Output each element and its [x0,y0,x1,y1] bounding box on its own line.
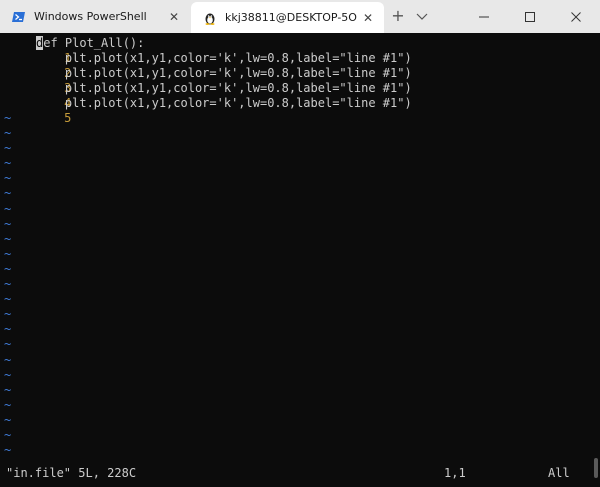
tab-title: Windows PowerShell [34,10,147,23]
close-icon [571,11,581,22]
tab-title: kkj38811@DESKTOP-5OHT94M [225,11,358,24]
empty-line-marker: ~ [4,412,12,427]
empty-line-marker: ~ [4,382,12,397]
code-line: 1 def Plot_All(): [4,36,594,65]
vim-buffer[interactable]: 1 def Plot_All(): 2 plt.plot(x1,y1,color… [4,36,594,458]
maximize-button[interactable] [507,0,553,33]
empty-line-marker: ~ [4,201,12,216]
empty-line-marker: ~ [4,126,12,141]
empty-line-markers: ~ ~ ~ ~ ~ ~ ~ ~ ~ ~ ~ ~ ~ ~ ~ ~ ~ ~ ~ ~ ~ ~ ~ [4,111,594,458]
empty-line-marker: ~ [4,246,12,261]
powershell-icon [12,10,26,24]
empty-line-marker: ~ [4,292,12,307]
code-text: plt.plot(x1,y1,color='k',lw=0.8,label="l… [36,66,412,80]
code-text: plt.plot(x1,y1,color='k',lw=0.8,label="l… [36,96,412,110]
title-bar: Windows PowerShell ✕ kkj38811@DESKTOP-5O… [0,0,600,33]
tab-dropdown-button[interactable] [414,7,430,25]
code-text: def Plot_All(): [36,36,144,51]
code-line: 2 plt.plot(x1,y1,color='k',lw=0.8,label=… [4,51,594,80]
empty-line-marker: ~ [4,307,12,322]
empty-line-marker: ~ [4,156,12,171]
code-line: 4 plt.plot(x1,y1,color='k',lw=0.8,label=… [4,81,594,110]
code-text: plt.plot(x1,y1,color='k',lw=0.8,label="l… [36,51,412,65]
terminal-pane[interactable]: 1 def Plot_All(): 2 plt.plot(x1,y1,color… [0,33,600,487]
empty-line-marker: ~ [4,261,12,276]
tab-ssh-session[interactable]: kkj38811@DESKTOP-5OHT94M ✕ [191,2,384,33]
empty-line-marker: ~ [4,171,12,186]
empty-line-marker: ~ [4,277,12,292]
scrollbar-thumb[interactable] [594,458,598,478]
tab-windows-powershell[interactable]: Windows PowerShell ✕ [0,0,190,33]
cursor-position: 1,1 [444,466,466,480]
empty-line-marker: ~ [4,141,12,156]
code-text: plt.plot(x1,y1,color='k',lw=0.8,label="l… [36,81,412,95]
vim-status-bar: "in.file" 5L, 228C 1,1 All [0,466,600,484]
empty-line-marker: ~ [4,337,12,352]
minimize-icon [479,16,489,17]
tab-close-icon[interactable]: ✕ [164,10,184,24]
code-text-rest: ef Plot_All(): [43,36,145,50]
close-window-button[interactable] [553,0,599,33]
empty-line-marker: ~ [4,111,12,125]
empty-line-marker: ~ [4,352,12,367]
empty-line-marker: ~ [4,216,12,231]
new-tab-button[interactable]: + [389,7,407,25]
scroll-position: All [548,466,570,480]
empty-line-marker: ~ [4,367,12,382]
tab-close-icon[interactable]: ✕ [358,11,378,25]
code-line: 5 plt.plot(x1,y1,color='k',lw=0.8,label=… [4,96,594,125]
empty-line-marker: ~ [4,427,12,442]
empty-line-marker: ~ [4,397,12,412]
linux-penguin-icon [203,11,217,25]
file-info: "in.file" 5L, 228C [6,466,137,480]
empty-line-marker: ~ [4,443,12,458]
chevron-down-icon [416,13,428,20]
empty-line-marker: ~ [4,231,12,246]
empty-line-marker: ~ [4,186,12,201]
minimize-button[interactable] [461,0,507,33]
maximize-icon [525,11,535,22]
empty-line-marker: ~ [4,322,12,337]
code-line: 3 plt.plot(x1,y1,color='k',lw=0.8,label=… [4,66,594,95]
